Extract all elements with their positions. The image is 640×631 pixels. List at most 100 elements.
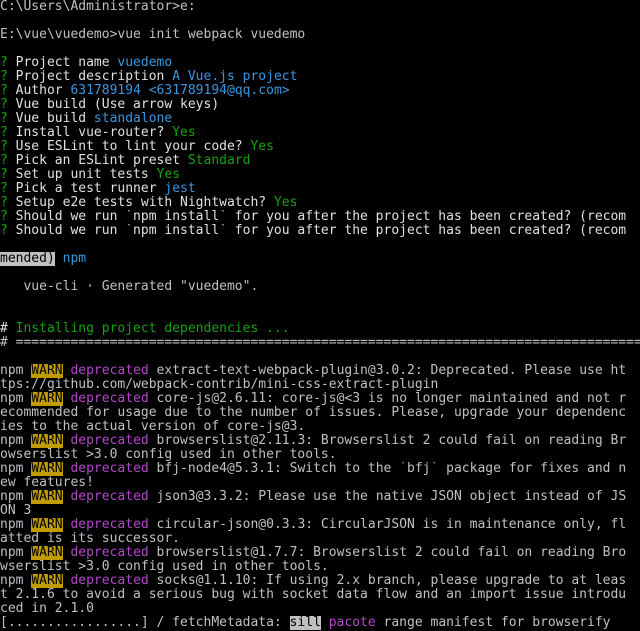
prompt-vue-router: ? Install vue-router? Yes (0, 126, 640, 140)
prompt-value: 631789194 <631789194@qq.com> (70, 84, 290, 98)
prompt-npm-install: ? Should we run `npm install` for you af… (0, 210, 640, 224)
terminal-line: ew features! (0, 476, 94, 490)
warn-badge: WARN (31, 462, 63, 476)
deprecated-label: deprecated (70, 518, 149, 532)
terminal-line: E:\vue\vuedemo>vue init webpack vuedemo (0, 28, 306, 42)
prompt-eslint-preset: ? Pick an ESLint preset Standard (0, 154, 640, 168)
prompt-vue-build-choice: ? Vue build (Use arrow keys) (0, 98, 640, 112)
warn-badge: WARN (31, 490, 63, 504)
prompt-npm-install-answer: mended) npm (0, 252, 640, 266)
hash-mark: # (0, 322, 8, 336)
question-mark: ? (0, 196, 8, 210)
prompt-value: Standard (187, 154, 251, 168)
npm-label: npm (0, 546, 24, 560)
npm-warn-line: npm WARN deprecated core-js@2.6.11: core… (0, 392, 640, 406)
prompt-npm-install: ? Should we run `npm install` for you af… (0, 224, 640, 238)
prompt-label: Use ESLint to lint your code? (7, 140, 251, 154)
npm-warn-line: npm WARN deprecated json3@3.3.2: Please … (0, 490, 640, 504)
terminal-line: atted is its successor. (0, 532, 181, 546)
prompt-e2e-tests: ? Setup e2e tests with Nightwatch? Yes (0, 196, 640, 210)
deprecated-label: deprecated (70, 392, 149, 406)
progress-line: [.................] / fetchMetadata: sil… (0, 616, 640, 630)
terminal-line: ON 3 (0, 504, 32, 518)
npm-warn-line: npm WARN deprecated socks@1.1.10: If usi… (0, 574, 640, 588)
pacote-label: pacote (320, 616, 376, 630)
question-mark: ? (0, 70, 8, 84)
npm-warn-line: npm WARN deprecated browserslist@2.11.3:… (0, 434, 640, 448)
terminal-line: ies to the actual version of core-js@3. (0, 420, 306, 434)
prompt-label: Install vue-router? (7, 126, 173, 140)
warn-badge: WARN (31, 574, 63, 588)
question-mark: ? (0, 126, 8, 140)
prompt-value: vuedemo (117, 56, 173, 70)
prompt-label: Pick an ESLint preset (7, 154, 188, 168)
deprecated-label: deprecated (70, 546, 149, 560)
terminal-window[interactable]: C:\Users\Administrator>e: E:\vue\vuedemo… (0, 0, 640, 631)
prompt-author: ? Author 631789194 <631789194@qq.com> (0, 84, 640, 98)
prompt-label: Set up unit tests (7, 168, 157, 182)
prompt-label: Should we run `npm install` for you afte… (7, 224, 627, 238)
warn-badge: WARN (31, 518, 63, 532)
prompt-label: Vue build (Use arrow keys) (7, 98, 220, 112)
prompt-value: standalone (93, 112, 173, 126)
npm-label: npm (0, 462, 24, 476)
terminal-line: ecommended for usage due to the number o… (0, 406, 627, 420)
deprecated-label: deprecated (70, 490, 149, 504)
warn-message: json3@3.3.2: Please use the native JSON … (148, 490, 627, 504)
question-mark: ? (0, 98, 8, 112)
terminal-line: owserslist >3.0 config used in other too… (0, 448, 337, 462)
prompt-label: Should we run `npm install` for you afte… (7, 210, 627, 224)
warn-badge: WARN (31, 546, 63, 560)
npm-warn-line: npm WARN deprecated browserslist@1.7.7: … (0, 546, 640, 560)
question-mark: ? (0, 56, 8, 70)
warn-message: extract-text-webpack-plugin@3.0.2: Depre… (148, 364, 627, 378)
selected-text: mended) (0, 252, 55, 266)
prompt-test-runner: ? Pick a test runner jest (0, 182, 640, 196)
prompt-value: jest (164, 182, 196, 196)
prompt-value: Yes (250, 140, 274, 154)
prompt-label: Pick a test runner (7, 182, 165, 196)
warn-badge: WARN (31, 392, 63, 406)
question-mark: ? (0, 224, 8, 238)
question-mark: ? (0, 112, 8, 126)
prompt-value: npm (54, 252, 87, 266)
prompt-label: Author (7, 84, 71, 98)
npm-label: npm (0, 434, 24, 448)
terminal-line: tps://github.com/webpack-contrib/mini-cs… (0, 378, 439, 392)
prompt-label: Vue build (7, 112, 94, 126)
prompt-label: Project name (7, 56, 118, 70)
terminal-line: C:\Users\Administrator>e: (0, 0, 196, 14)
question-mark: ? (0, 210, 8, 224)
npm-warn-line: npm WARN deprecated bfj-node4@5.3.1: Swi… (0, 462, 640, 476)
prompt-project-name: ? Project name vuedemo (0, 56, 640, 70)
installing-header: # Installing project dependencies ... (0, 322, 640, 336)
prompt-project-description: ? Project description A Vue.js project (0, 70, 640, 84)
warn-badge: WARN (31, 434, 63, 448)
sill-badge: sill (289, 616, 321, 630)
progress-message: range manifest for browserify (375, 616, 611, 630)
prompt-label: Setup e2e tests with Nightwatch? (7, 196, 274, 210)
terminal-line: t 2.1.6 to avoid a serious bug with sock… (0, 588, 627, 602)
deprecated-label: deprecated (70, 462, 149, 476)
question-mark: ? (0, 154, 8, 168)
deprecated-label: deprecated (70, 434, 149, 448)
warn-message: bfj-node4@5.3.1: Switch to the `bfj` pac… (148, 462, 627, 476)
npm-label: npm (0, 574, 24, 588)
warn-badge: WARN (31, 364, 63, 378)
question-mark: ? (0, 168, 8, 182)
prompt-eslint: ? Use ESLint to lint your code? Yes (0, 140, 640, 154)
warn-message: socks@1.1.10: If using 2.x branch, pleas… (148, 574, 627, 588)
prompt-unit-tests: ? Set up unit tests Yes (0, 168, 640, 182)
npm-warn-line: npm WARN deprecated extract-text-webpack… (0, 364, 640, 378)
progress-bar: [.................] / fetchMetadata: (0, 616, 290, 630)
question-mark: ? (0, 140, 8, 154)
npm-label: npm (0, 518, 24, 532)
warn-message: core-js@2.6.11: core-js@<3 is no longer … (148, 392, 627, 406)
prompt-value: A Vue.js project (172, 70, 298, 84)
